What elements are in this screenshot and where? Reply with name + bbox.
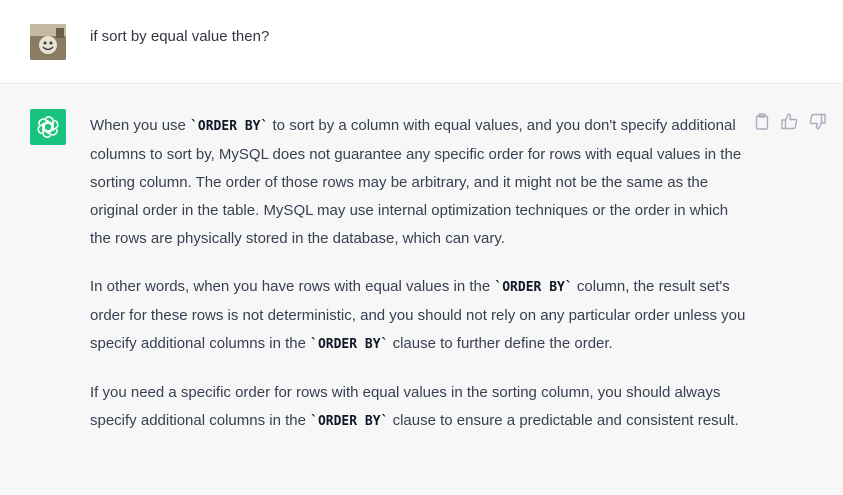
assistant-message-row: When you use `ORDER BY` to sort by a col…	[0, 85, 843, 495]
chatgpt-logo-icon	[30, 109, 66, 145]
thumbs-down-icon	[809, 113, 826, 130]
answer-paragraph-2: In other words, when you have rows with …	[90, 273, 750, 359]
inline-code: `ORDER BY`	[310, 337, 389, 352]
thumbs-down-button[interactable]	[808, 112, 827, 131]
answer-paragraph-3: If you need a specific order for rows wi…	[90, 379, 750, 436]
text-span: clause to ensure a predictable and consi…	[388, 412, 739, 429]
text-span: to sort by a column with equal values, a…	[90, 117, 742, 247]
clipboard-icon	[755, 113, 768, 130]
thumbs-up-button[interactable]	[780, 112, 799, 131]
thumbs-up-icon	[781, 113, 798, 130]
message-actions	[752, 112, 827, 131]
text-span: When you use	[90, 117, 191, 134]
copy-button[interactable]	[752, 112, 771, 131]
user-avatar	[30, 24, 66, 60]
answer-paragraph-1: When you use `ORDER BY` to sort by a col…	[90, 112, 750, 253]
user-message-text: if sort by equal value then?	[90, 28, 270, 45]
user-message-row: if sort by equal value then?	[0, 0, 843, 84]
assistant-message-text: When you use `ORDER BY` to sort by a col…	[90, 112, 750, 456]
text-span: In other words, when you have rows with …	[90, 278, 495, 295]
inline-code: `ORDER BY`	[494, 280, 573, 295]
text-span: clause to further define the order.	[388, 335, 613, 352]
inline-code: `ORDER BY`	[310, 414, 389, 429]
inline-code: `ORDER BY`	[190, 119, 269, 134]
